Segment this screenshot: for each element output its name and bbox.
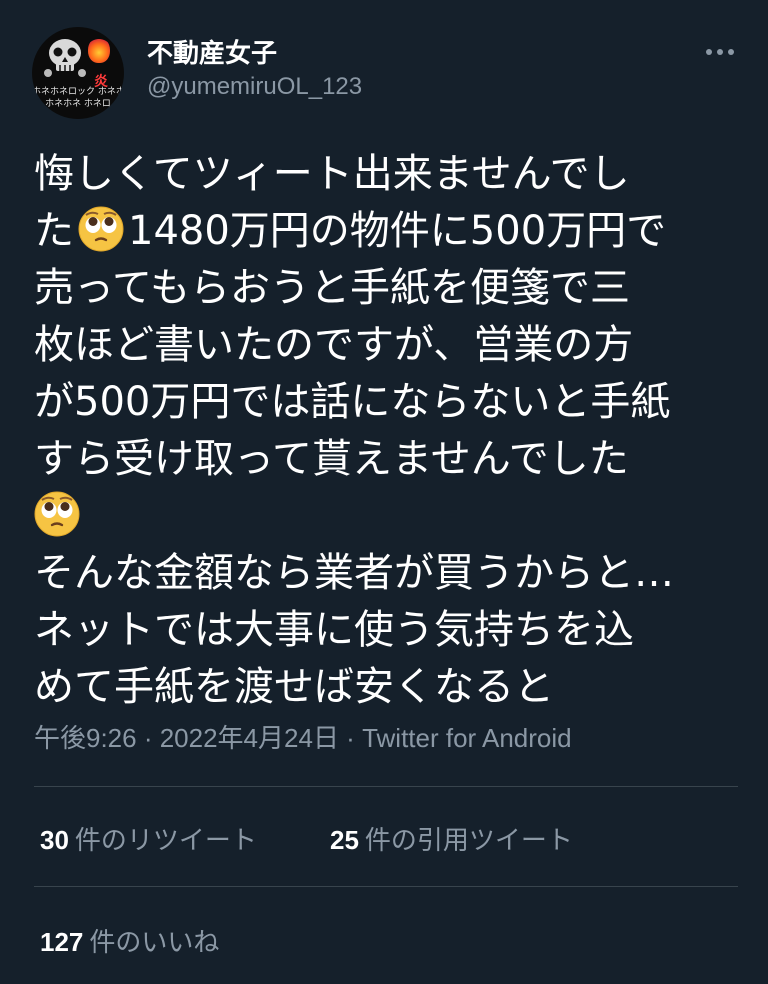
tweet-line: 悔しくてツィート出来ませんでし xyxy=(34,151,630,197)
quotes-label: 件の引用ツイート xyxy=(364,825,573,855)
retweets-stat[interactable]: 30 件のリツイート xyxy=(40,820,257,857)
likes-label: 件のいいね xyxy=(89,927,220,957)
more-icon-dot xyxy=(717,49,723,55)
tweet-time[interactable]: 午後9:26 xyxy=(34,723,137,753)
tweet-line: そんな金額なら業者が買うからと… xyxy=(34,550,674,596)
tweet-line: めて手紙を渡せば安くなると xyxy=(34,664,554,710)
tweet-line: が500万円では話にならないと手紙 xyxy=(34,379,671,425)
quotes-count: 25 xyxy=(330,825,359,855)
tweet-line-rest: 1480万円の物件に500万円で xyxy=(128,208,667,254)
avatar-caption-2: ホネホネ ホネロ xyxy=(45,99,111,109)
pleading-face-emoji-icon xyxy=(34,491,80,537)
tweet-line: 枚ほど書いたのですが、営業の方 xyxy=(34,322,634,368)
skull-icon xyxy=(44,39,86,77)
retweets-count: 30 xyxy=(40,825,69,855)
username[interactable]: @yumemiruOL_123 xyxy=(147,73,362,101)
tweet-emoji-line xyxy=(34,488,744,545)
meta-separator: · xyxy=(136,723,160,753)
author-avatar[interactable]: 炎 ホネホネロック ホネホネロ ホネホネ ホネロ xyxy=(32,27,124,119)
likes-stat[interactable]: 127 件のいいね xyxy=(40,922,219,959)
tweet-line: た 1480万円の物件に500万円で xyxy=(34,203,744,260)
tweet-meta: 午後9:26 · 2022年4月24日 · Twitter for Androi… xyxy=(34,718,572,755)
avatar-caption-1: ホネホネロック ホネホネロ xyxy=(32,87,124,97)
likes-count: 127 xyxy=(40,927,84,957)
tweet-line: ネットでは大事に使う気持ちを込 xyxy=(34,607,634,653)
tweet-text: 悔しくてツィート出来ませんでし た 1480万円の物件に500万円で 売ってもら… xyxy=(34,146,744,716)
more-options-button[interactable] xyxy=(700,40,740,64)
tweet-line: 売ってもらおうと手紙を便箋で三 xyxy=(34,265,630,311)
meta-separator: · xyxy=(338,723,363,753)
divider xyxy=(34,886,738,887)
more-icon-dot xyxy=(728,49,734,55)
divider xyxy=(34,786,738,787)
retweets-label: 件のリツイート xyxy=(74,825,257,855)
tweet-line-prefix: た xyxy=(34,208,74,254)
tweet-line: すら受け取って貰えませんでした xyxy=(34,436,629,482)
more-icon xyxy=(706,49,712,55)
flame-icon xyxy=(88,37,110,63)
display-name[interactable]: 不動産女子 xyxy=(147,33,277,70)
pleading-face-emoji-icon xyxy=(78,206,124,252)
tweet-source-link[interactable]: Twitter for Android xyxy=(362,723,572,753)
tweet-date[interactable]: 2022年4月24日 xyxy=(160,723,339,753)
quote-tweets-stat[interactable]: 25 件の引用ツイート xyxy=(330,820,573,857)
